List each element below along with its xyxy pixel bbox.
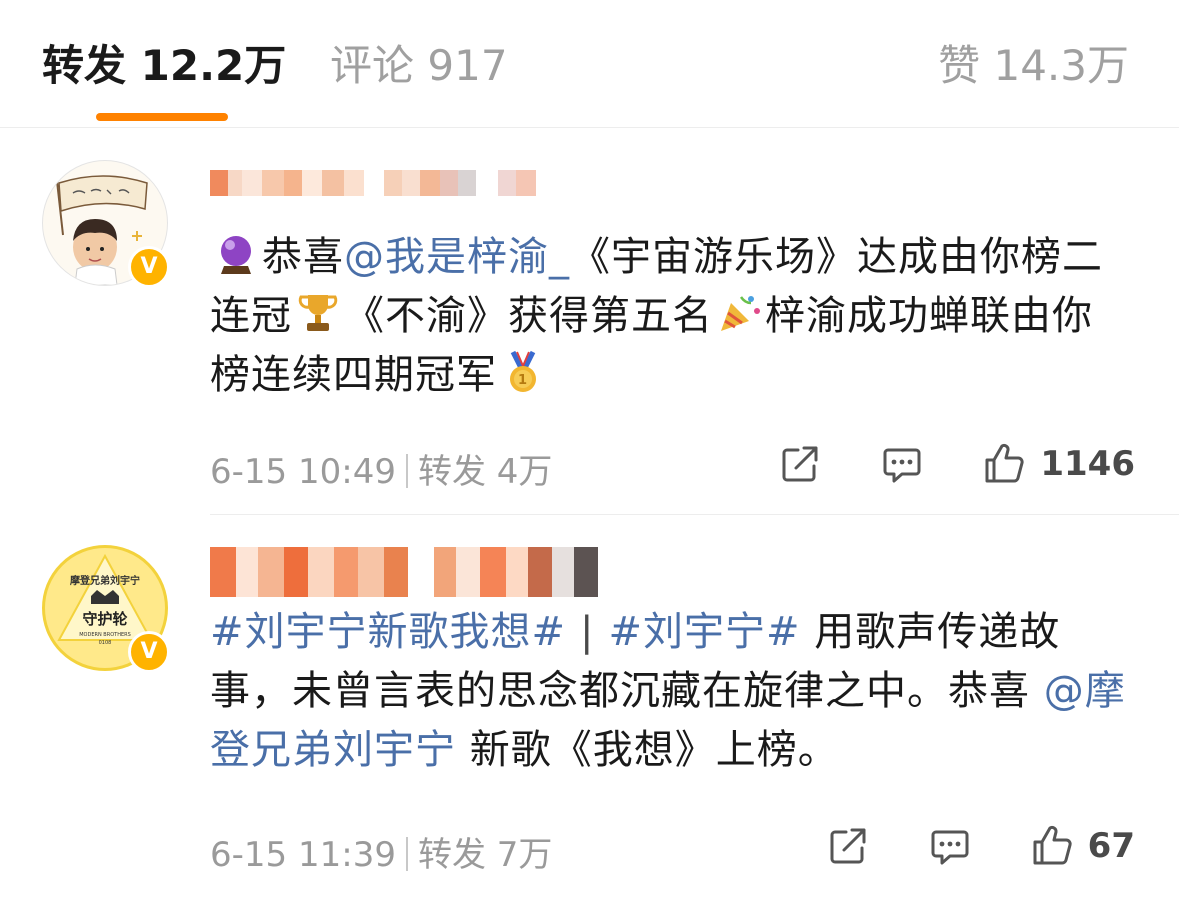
post-content: #刘宇宁新歌我想# | #刘宇宁# 用歌声传递故事，未曾言表的思念都沉藏在旋律之中。… <box>210 603 1130 780</box>
tab-comment-count: 917 <box>427 41 508 90</box>
thumbs-up-icon[interactable] <box>1030 824 1074 868</box>
avatar-wrap[interactable]: V <box>42 160 170 288</box>
repost-item: V 恭喜@我是梓渝_《宇宙游乐场》达成由你榜二连冠 《不渝》获得第五名 梓渝成功… <box>0 128 1179 515</box>
thumbs-up-icon[interactable] <box>982 442 1026 486</box>
tab-bar: 转发 12.2万 评论 917 赞 14.3万 <box>0 0 1179 128</box>
verified-v-icon: V <box>128 631 170 673</box>
party-popper-icon <box>717 291 761 335</box>
comment-icon[interactable] <box>928 824 972 868</box>
post-meta: 6-15 10:49 转发 4万 <box>210 444 552 493</box>
post-time: 6-15 11:39 <box>210 835 396 875</box>
share-icon[interactable] <box>778 442 822 486</box>
gold-medal-icon: 1 <box>501 350 545 394</box>
like-count[interactable]: 1146 <box>1040 444 1135 484</box>
comment-icon[interactable] <box>880 442 924 486</box>
hashtag-link[interactable]: #刘宇宁# <box>609 609 801 655</box>
repost-label: 转发 <box>417 452 486 492</box>
crystal-ball-icon <box>214 232 258 276</box>
trophy-icon <box>296 291 340 335</box>
post-actions: 67 <box>768 824 1135 868</box>
tab-repost-count: 12.2万 <box>140 41 287 90</box>
meta-divider <box>405 837 408 871</box>
tab-like-count: 14.3万 <box>993 41 1129 90</box>
content-text-3: 《不渝》获得第五名 <box>344 293 713 339</box>
hashtag-link[interactable]: #刘宇宁新歌我想# <box>210 609 566 655</box>
mention-link[interactable]: @我是梓渝_ <box>344 234 570 280</box>
post-content: 恭喜@我是梓渝_《宇宙游乐场》达成由你榜二连冠 《不渝》获得第五名 梓渝成功蝉联… <box>210 228 1130 405</box>
username-blurred[interactable] <box>210 547 620 597</box>
hashtag-separator: | <box>580 609 595 655</box>
post-actions: 1146 <box>720 442 1135 486</box>
repost-label: 转发 <box>417 835 486 875</box>
repost-item: 摩登兄弟刘宇宁 守护轮 MODERN BROTHERS 0108 V #刘宇宁新… <box>0 515 1179 909</box>
avatar-bottom-text: MODERN BROTHERS <box>79 632 131 638</box>
tab-like[interactable]: 赞 14.3万 <box>938 38 1129 94</box>
tab-repost[interactable]: 转发 12.2万 <box>42 38 286 94</box>
repost-count: 4万 <box>496 452 553 492</box>
avatar-wrap[interactable]: 摩登兄弟刘宇宁 守护轮 MODERN BROTHERS 0108 V <box>42 545 170 673</box>
username-blurred[interactable] <box>210 170 536 196</box>
meta-divider <box>405 454 408 488</box>
tab-comment-label: 评论 <box>330 41 415 90</box>
avatar-num-text: 0108 <box>99 640 112 646</box>
content-text-1: 恭喜 <box>262 234 344 280</box>
share-icon[interactable] <box>826 824 870 868</box>
post-meta: 6-15 11:39 转发 7万 <box>210 827 552 876</box>
post-time: 6-15 10:49 <box>210 452 396 492</box>
tab-comment[interactable]: 评论 917 <box>330 38 508 94</box>
tab-repost-label: 转发 <box>42 41 127 90</box>
content-text-2: 新歌《我想》上榜。 <box>469 727 839 773</box>
svg-text:1: 1 <box>518 373 528 388</box>
active-tab-indicator <box>96 113 228 121</box>
repost-count: 7万 <box>496 835 553 875</box>
avatar-top-text: 摩登兄弟刘宇宁 <box>70 574 140 587</box>
avatar-middle-text: 守护轮 <box>82 610 127 628</box>
like-count[interactable]: 67 <box>1088 826 1135 866</box>
tab-like-label: 赞 <box>938 41 981 90</box>
verified-v-icon: V <box>128 246 170 288</box>
